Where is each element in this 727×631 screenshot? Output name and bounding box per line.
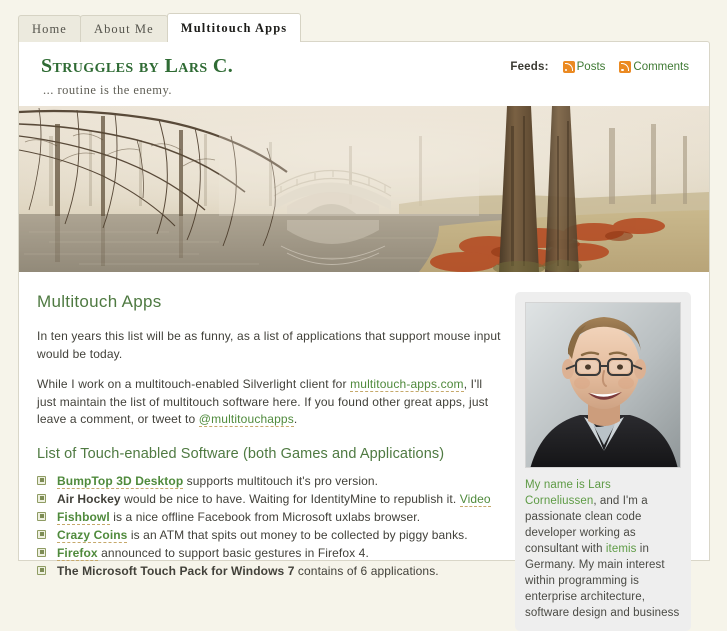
tab-multitouch-apps[interactable]: Multitouch Apps <box>166 13 302 42</box>
bullet-square-icon <box>37 475 46 485</box>
avatar <box>525 302 681 468</box>
bullet-square-icon <box>37 529 46 539</box>
site-tagline: ... routine is the enemy. <box>43 83 173 97</box>
app-name: The Microsoft Touch Pack for Windows 7 <box>57 563 295 578</box>
header-banner-image <box>19 106 709 272</box>
rss-icon <box>562 61 575 73</box>
bio-text: My name is Lars Corneliussen, and I'm a … <box>525 477 681 621</box>
software-list: BumpTop 3D Desktop supports multitouch i… <box>37 473 501 580</box>
app-description: would be nice to have. Waiting for Ident… <box>120 491 460 506</box>
paragraph-2-text-3: . <box>293 412 298 426</box>
page-title: Multitouch Apps <box>37 292 162 311</box>
list-item: Crazy Coins is an ATM that spits out mon… <box>37 527 501 544</box>
tab-about-me[interactable]: About Me <box>79 15 168 42</box>
app-name-link[interactable]: Crazy Coins <box>57 527 128 543</box>
app-video-link[interactable]: Video <box>459 491 491 507</box>
paragraph-2-text-1: While I work on a multitouch-enabled Sil… <box>37 377 351 391</box>
link-multitouch-apps-com[interactable]: multitouch-apps.com <box>350 377 464 392</box>
top-navigation-tabs: Home About Me Multitouch Apps <box>18 13 302 42</box>
feed-link-comments[interactable]: Comments <box>619 61 689 73</box>
bullet-square-icon <box>37 565 46 575</box>
body-wrapper: Multitouch Apps In ten years this list w… <box>19 272 709 631</box>
section-heading-software-list: List of Touch-enabled Software (both Gam… <box>37 445 445 462</box>
site-header: Struggles by Lars C. ... routine is the … <box>19 42 709 102</box>
app-name: Air Hockey <box>57 491 121 506</box>
rss-icon <box>619 61 632 73</box>
bullet-square-icon <box>37 547 46 557</box>
feed-comments-label: Comments <box>633 61 689 73</box>
feed-posts-label: Posts <box>576 61 606 73</box>
bullet-square-icon <box>37 511 46 521</box>
app-description: is a nice offline Facebook from Microsof… <box>109 509 421 524</box>
intro-paragraph-1: In ten years this list will be as funny,… <box>37 329 501 361</box>
feeds-label: Feeds: <box>510 61 549 73</box>
app-name-link[interactable]: Fishbowl <box>57 509 110 525</box>
sidebar: My name is Lars Corneliussen, and I'm a … <box>515 292 691 631</box>
list-item: BumpTop 3D Desktop supports multitouch i… <box>37 473 501 490</box>
feeds-area: Feeds: Posts Comments <box>510 61 689 73</box>
main-content: Multitouch Apps In ten years this list w… <box>37 292 507 631</box>
intro-paragraph-2: While I work on a multitouch-enabled Sil… <box>37 376 501 429</box>
profile-widget: My name is Lars Corneliussen, and I'm a … <box>515 292 691 631</box>
list-item: The Microsoft Touch Pack for Windows 7 c… <box>37 563 501 580</box>
tab-home[interactable]: Home <box>18 15 81 42</box>
app-name-link[interactable]: BumpTop 3D Desktop <box>57 473 184 489</box>
feed-link-posts[interactable]: Posts <box>562 61 606 73</box>
link-twitter-multitouchapps[interactable]: @multitouchapps <box>198 412 294 427</box>
app-description: announced to support basic gestures in F… <box>97 545 369 560</box>
app-description: supports multitouch it's pro version. <box>183 473 379 488</box>
bullet-square-icon <box>37 493 46 503</box>
list-item: Air Hockey would be nice to have. Waitin… <box>37 491 501 508</box>
app-name-link[interactable]: Firefox <box>57 545 98 561</box>
list-item: Fishbowl is a nice offline Facebook from… <box>37 509 501 526</box>
list-item: Firefox announced to support basic gestu… <box>37 545 501 562</box>
app-description: is an ATM that spits out money to be col… <box>127 527 468 542</box>
app-description: contains of 6 applications. <box>294 563 439 578</box>
page-container: Struggles by Lars C. ... routine is the … <box>18 41 710 631</box>
